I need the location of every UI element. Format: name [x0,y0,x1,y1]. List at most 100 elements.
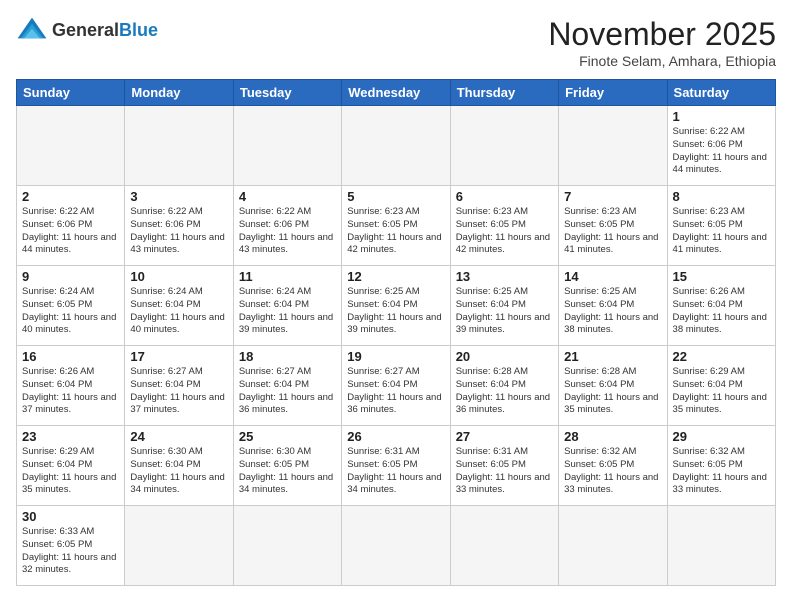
day-info: Sunrise: 6:28 AM Sunset: 6:04 PM Dayligh… [564,366,661,417]
calendar-cell: 18Sunrise: 6:27 AM Sunset: 6:04 PM Dayli… [233,346,341,426]
day-number: 25 [239,429,336,444]
day-info: Sunrise: 6:27 AM Sunset: 6:04 PM Dayligh… [347,366,444,417]
day-number: 13 [456,269,553,284]
weekday-header-tuesday: Tuesday [233,80,341,106]
day-info: Sunrise: 6:25 AM Sunset: 6:04 PM Dayligh… [347,286,444,337]
calendar-cell [17,106,125,186]
day-info: Sunrise: 6:31 AM Sunset: 6:05 PM Dayligh… [347,446,444,497]
day-number: 21 [564,349,661,364]
day-info: Sunrise: 6:24 AM Sunset: 6:04 PM Dayligh… [130,286,227,337]
calendar-cell: 22 Sunrise: 6:29 AM Sunset: 6:04 PM Dayli… [667,346,775,426]
day-number: 12 [347,269,444,284]
day-info: Sunrise: 6:23 AM Sunset: 6:05 PM Dayligh… [673,206,770,257]
day-info: Sunrise: 6:28 AM Sunset: 6:04 PM Dayligh… [456,366,553,417]
day-number: 9 [22,269,119,284]
calendar-cell [233,506,341,586]
calendar-cell: 28 Sunrise: 6:32 AM Sunset: 6:05 PM Dayli… [559,426,667,506]
day-number: 24 [130,429,227,444]
day-info: Sunrise: 6:30 AM Sunset: 6:05 PM Dayligh… [239,446,336,497]
calendar-cell: 25 Sunrise: 6:30 AM Sunset: 6:05 PM Dayli… [233,426,341,506]
calendar-cell [125,506,233,586]
calendar-cell: 11 Sunrise: 6:24 AM Sunset: 6:04 PM Dayli… [233,266,341,346]
day-number: 5 [347,189,444,204]
day-number: 19 [347,349,444,364]
calendar-cell: 12 Sunrise: 6:25 AM Sunset: 6:04 PM Dayli… [342,266,450,346]
day-number: 17 [130,349,227,364]
calendar-cell: 27Sunrise: 6:31 AM Sunset: 6:05 PM Dayli… [450,426,558,506]
logo-general: General [52,20,119,40]
day-number: 28 [564,429,661,444]
day-info: Sunrise: 6:23 AM Sunset: 6:05 PM Dayligh… [456,206,553,257]
day-number: 3 [130,189,227,204]
title-area: November 2025 Finote Selam, Amhara, Ethi… [548,16,776,69]
calendar-cell: 19 Sunrise: 6:27 AM Sunset: 6:04 PM Dayli… [342,346,450,426]
month-title: November 2025 [548,16,776,53]
day-number: 18 [239,349,336,364]
day-info: Sunrise: 6:27 AM Sunset: 6:04 PM Dayligh… [130,366,227,417]
page-header: GeneralBlue November 2025 Finote Selam, … [16,16,776,69]
day-number: 22 [673,349,770,364]
day-info: Sunrise: 6:24 AM Sunset: 6:05 PM Dayligh… [22,286,119,337]
day-info: Sunrise: 6:23 AM Sunset: 6:05 PM Dayligh… [347,206,444,257]
day-number: 11 [239,269,336,284]
calendar-week-row: 23Sunrise: 6:29 AM Sunset: 6:04 PM Dayli… [17,426,776,506]
calendar-cell: 26Sunrise: 6:31 AM Sunset: 6:05 PM Dayli… [342,426,450,506]
logo: GeneralBlue [16,16,158,44]
day-info: Sunrise: 6:32 AM Sunset: 6:05 PM Dayligh… [564,446,661,497]
day-info: Sunrise: 6:22 AM Sunset: 6:06 PM Dayligh… [239,206,336,257]
weekday-header-sunday: Sunday [17,80,125,106]
day-info: Sunrise: 6:29 AM Sunset: 6:04 PM Dayligh… [673,366,770,417]
day-number: 20 [456,349,553,364]
calendar-cell [450,506,558,586]
day-info: Sunrise: 6:32 AM Sunset: 6:05 PM Dayligh… [673,446,770,497]
weekday-header-monday: Monday [125,80,233,106]
calendar-cell: 10Sunrise: 6:24 AM Sunset: 6:04 PM Dayli… [125,266,233,346]
weekday-header-friday: Friday [559,80,667,106]
calendar-cell [559,106,667,186]
calendar-cell: 6 Sunrise: 6:23 AM Sunset: 6:05 PM Daylig… [450,186,558,266]
weekday-header-row: SundayMondayTuesdayWednesdayThursdayFrid… [17,80,776,106]
calendar-table: SundayMondayTuesdayWednesdayThursdayFrid… [16,79,776,586]
day-info: Sunrise: 6:22 AM Sunset: 6:06 PM Dayligh… [673,126,770,177]
day-number: 6 [456,189,553,204]
weekday-header-wednesday: Wednesday [342,80,450,106]
logo-blue: Blue [119,20,158,40]
day-number: 30 [22,509,119,524]
logo-icon [16,16,48,44]
day-info: Sunrise: 6:23 AM Sunset: 6:05 PM Dayligh… [564,206,661,257]
calendar-cell: 24 Sunrise: 6:30 AM Sunset: 6:04 PM Dayli… [125,426,233,506]
day-number: 8 [673,189,770,204]
calendar-cell [342,106,450,186]
day-number: 16 [22,349,119,364]
calendar-cell: 16Sunrise: 6:26 AM Sunset: 6:04 PM Dayli… [17,346,125,426]
calendar-cell [233,106,341,186]
calendar-cell [667,506,775,586]
calendar-cell: 9 Sunrise: 6:24 AM Sunset: 6:05 PM Daylig… [17,266,125,346]
calendar-cell [559,506,667,586]
calendar-cell: 4 Sunrise: 6:22 AM Sunset: 6:06 PM Daylig… [233,186,341,266]
calendar-week-row: 2 Sunrise: 6:22 AM Sunset: 6:06 PM Daylig… [17,186,776,266]
day-number: 4 [239,189,336,204]
calendar-cell: 14 Sunrise: 6:25 AM Sunset: 6:04 PM Dayli… [559,266,667,346]
calendar-cell: 7 Sunrise: 6:23 AM Sunset: 6:05 PM Daylig… [559,186,667,266]
day-info: Sunrise: 6:25 AM Sunset: 6:04 PM Dayligh… [564,286,661,337]
calendar-cell: 21 Sunrise: 6:28 AM Sunset: 6:04 PM Dayli… [559,346,667,426]
calendar-cell: 20 Sunrise: 6:28 AM Sunset: 6:04 PM Dayli… [450,346,558,426]
calendar-cell: 30 Sunrise: 6:33 AM Sunset: 6:05 PM Dayli… [17,506,125,586]
day-number: 14 [564,269,661,284]
day-number: 7 [564,189,661,204]
day-number: 2 [22,189,119,204]
calendar-cell: 17 Sunrise: 6:27 AM Sunset: 6:04 PM Dayli… [125,346,233,426]
weekday-header-saturday: Saturday [667,80,775,106]
calendar-cell: 23Sunrise: 6:29 AM Sunset: 6:04 PM Dayli… [17,426,125,506]
calendar-cell: 8 Sunrise: 6:23 AM Sunset: 6:05 PM Daylig… [667,186,775,266]
day-info: Sunrise: 6:26 AM Sunset: 6:04 PM Dayligh… [673,286,770,337]
day-info: Sunrise: 6:33 AM Sunset: 6:05 PM Dayligh… [22,526,119,577]
day-info: Sunrise: 6:30 AM Sunset: 6:04 PM Dayligh… [130,446,227,497]
day-info: Sunrise: 6:24 AM Sunset: 6:04 PM Dayligh… [239,286,336,337]
day-info: Sunrise: 6:31 AM Sunset: 6:05 PM Dayligh… [456,446,553,497]
day-info: Sunrise: 6:22 AM Sunset: 6:06 PM Dayligh… [22,206,119,257]
calendar-cell [342,506,450,586]
calendar-cell [450,106,558,186]
calendar-cell: 29Sunrise: 6:32 AM Sunset: 6:05 PM Dayli… [667,426,775,506]
